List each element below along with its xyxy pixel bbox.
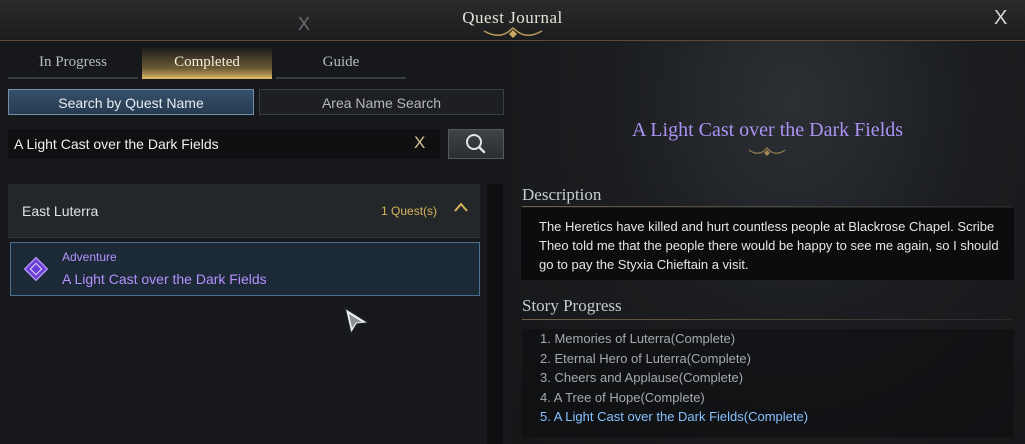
- close-button[interactable]: X: [994, 7, 1007, 30]
- area-name-search-button[interactable]: Area Name Search: [259, 89, 504, 115]
- list-item: 4. A Tree of Hope(Complete): [540, 389, 705, 405]
- quest-list-panel: In Progress Completed Guide Search by Qu…: [0, 41, 510, 444]
- title-ornament-icon: [748, 147, 786, 156]
- description-header: Description: [522, 185, 602, 204]
- story-progress-header: Story Progress: [522, 296, 622, 315]
- quest-name: A Light Cast over the Dark Fields: [62, 271, 267, 287]
- magnifier-icon: [466, 134, 486, 154]
- adventure-quest-icon: [23, 256, 49, 282]
- tab-completed[interactable]: Completed: [142, 48, 272, 79]
- search-by-quest-name-button[interactable]: Search by Quest Name: [8, 89, 254, 115]
- list-item: 3. Cheers and Applause(Complete): [540, 370, 744, 385]
- search-input[interactable]: [8, 129, 440, 159]
- quest-detail-panel: A Light Cast over the Dark Fields Descri…: [510, 41, 1025, 444]
- list-item: 2. Eternal Hero of Luterra(Complete): [540, 350, 751, 366]
- list-item: 1. Memories of Luterra(Complete): [540, 331, 736, 346]
- quest-type: Adventure: [62, 250, 117, 264]
- list-item[interactable]: Adventure A Light Cast over the Dark Fie…: [10, 242, 480, 296]
- tab-guide[interactable]: Guide: [276, 48, 406, 79]
- chevron-up-icon[interactable]: [452, 200, 470, 214]
- search-button[interactable]: [448, 129, 504, 159]
- scrollbar[interactable]: [487, 184, 503, 444]
- background-close-icon: X: [298, 14, 311, 34]
- divider: [522, 319, 1012, 320]
- divider: [522, 206, 1012, 207]
- mouse-cursor-icon: [343, 306, 372, 336]
- story-progress-list: 1. Memories of Luterra(Complete) 2. Eter…: [522, 329, 1014, 437]
- tab-in-progress[interactable]: In Progress: [8, 48, 138, 79]
- quest-list: East Luterra 1 Quest(s) Adventure A Ligh…: [8, 184, 480, 444]
- title-ornament-icon: [483, 27, 543, 38]
- description-text: The Heretics have killed and hurt countl…: [521, 208, 1014, 280]
- area-name: East Luterra: [22, 203, 99, 219]
- list-item-current: 5. A Light Cast over the Dark Fields(Com…: [540, 409, 809, 424]
- quest-count: 1 Quest(s): [381, 204, 438, 218]
- clear-search-button[interactable]: X: [414, 133, 425, 153]
- quest-detail-title: A Light Cast over the Dark Fields: [631, 119, 904, 141]
- window-title: Quest Journal: [462, 8, 563, 27]
- window-titlebar: Quest Journal: [0, 0, 1025, 41]
- area-group-header[interactable]: East Luterra 1 Quest(s): [8, 184, 480, 238]
